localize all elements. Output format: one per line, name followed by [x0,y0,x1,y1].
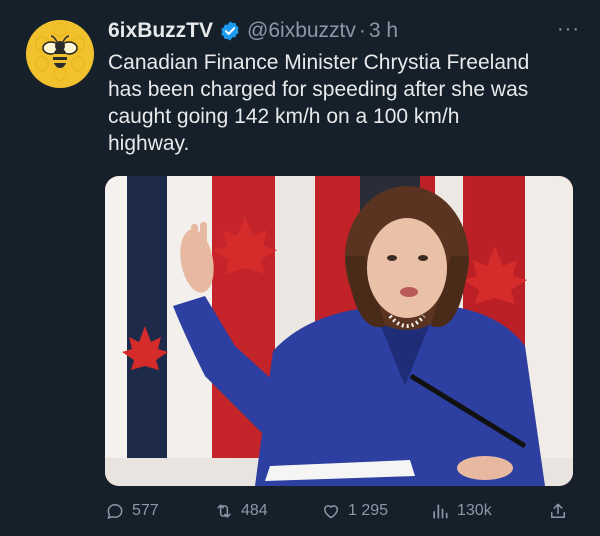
author-handle[interactable]: @6ixbuzztv [247,19,356,43]
like-count: 1 295 [348,502,389,519]
verified-badge-icon[interactable] [219,20,241,42]
reply-count: 577 [132,502,159,519]
more-icon[interactable]: ··· [557,18,580,41]
tweet-header: 6ixBuzzTV @6ixbuzztv · 3 h ··· [108,16,580,46]
separator-dot: · [358,19,366,42]
retweet-button[interactable]: 484 [214,497,268,525]
views-button[interactable]: 130k [430,497,492,525]
photo-illustration [105,176,573,486]
bee-logo-icon [35,21,85,82]
share-icon [551,503,565,518]
reply-icon [107,504,123,519]
like-button[interactable]: 1 295 [321,497,388,525]
tweet-photo[interactable] [105,176,573,486]
tweet-text: Canadian Finance Minister Chrystia Freel… [108,51,530,155]
retweet-icon [217,504,231,518]
views-icon [433,504,448,519]
author-name[interactable]: 6ixBuzzTV [108,19,213,43]
tweet-actions: 577 484 1 295 130k [105,497,575,525]
avatar[interactable] [26,20,94,88]
share-button[interactable] [548,497,568,525]
view-count: 130k [457,502,492,519]
reply-button[interactable]: 577 [105,497,159,525]
like-icon [324,505,338,519]
timestamp[interactable]: 3 h [369,19,398,43]
retweet-count: 484 [241,502,268,519]
